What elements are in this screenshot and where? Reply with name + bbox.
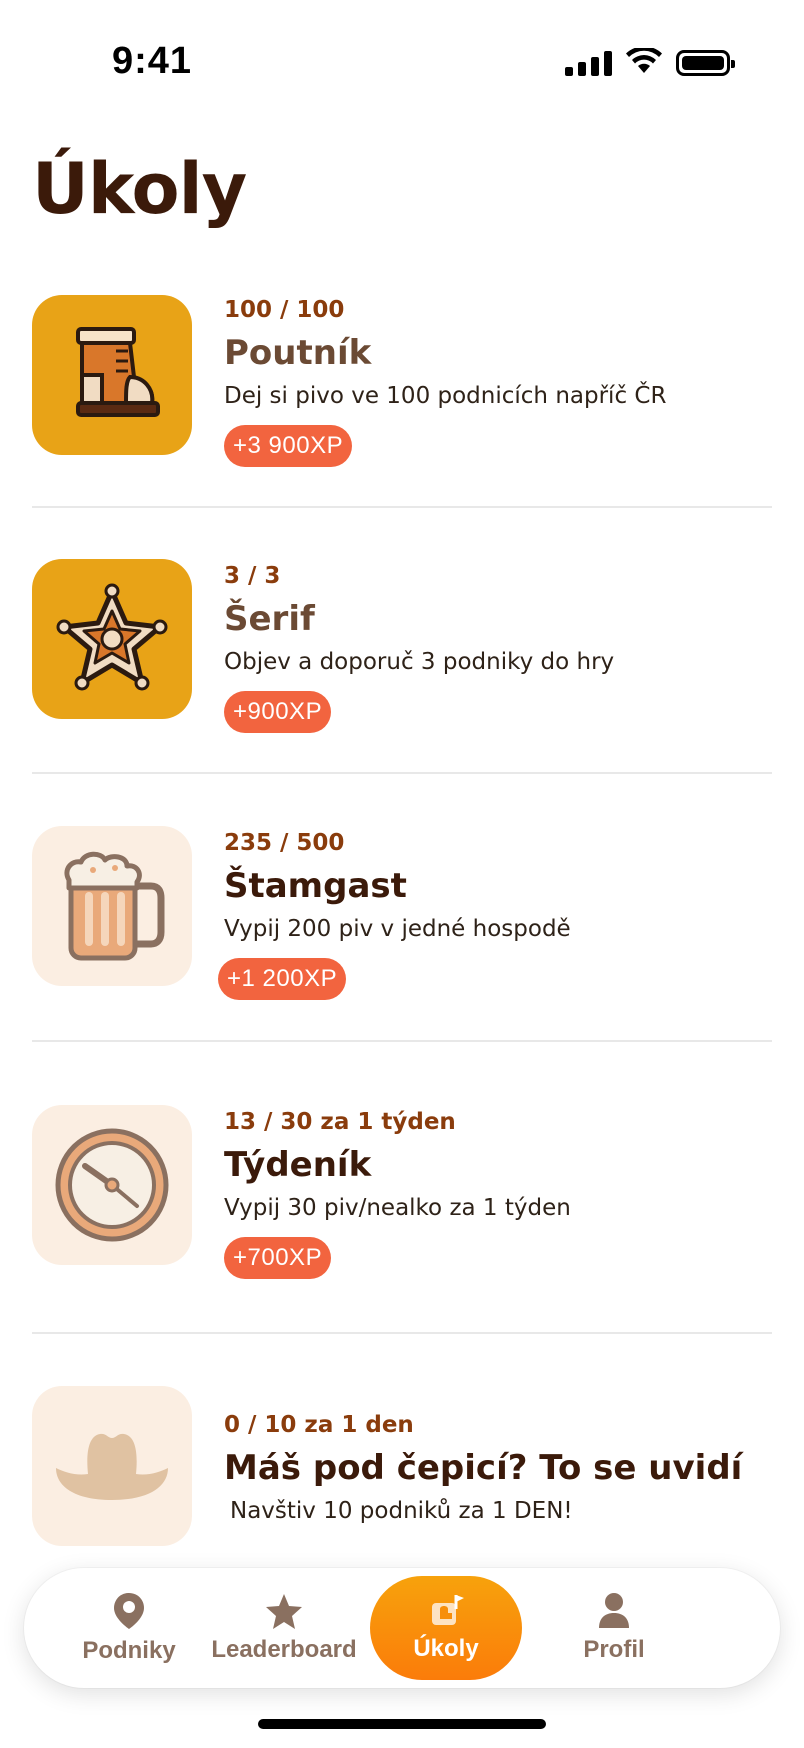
beer-mug-icon	[32, 826, 192, 986]
task-body: 13 / 30 za 1 týden Týdeník Vypij 30 piv/…	[224, 1109, 571, 1279]
task-name: Štamgast	[224, 866, 407, 906]
tab-profil[interactable]: Profil	[554, 1576, 674, 1680]
task-progress: 235 / 500	[224, 830, 345, 856]
task-name: Poutník	[224, 333, 372, 373]
clock-icon	[32, 1105, 192, 1265]
task-description: Objev a doporuč 3 podniky do hry	[224, 649, 615, 675]
task-name: Máš pod čepicí? To se uvidí	[224, 1448, 743, 1488]
sheriff-star-icon	[32, 559, 192, 719]
task-description: Vypij 200 piv v jedné hospodě	[224, 916, 571, 942]
tab-label: Podniky	[82, 1637, 176, 1664]
status-icons	[565, 46, 735, 78]
task-body: 235 / 500 Štamgast Vypij 200 piv v jedné…	[218, 830, 571, 1000]
tab-podniky[interactable]: Podniky	[54, 1576, 204, 1680]
task-item[interactable]: 13 / 30 za 1 týden Týdeník Vypij 30 piv/…	[32, 1105, 772, 1305]
divider	[32, 1040, 772, 1042]
task-name: Šerif	[224, 599, 315, 639]
map-pin-icon	[112, 1591, 146, 1631]
task-description: Navštiv 10 podniků za 1 DEN!	[230, 1498, 573, 1524]
home-indicator[interactable]	[258, 1719, 546, 1729]
task-progress: 0 / 10 za 1 den	[224, 1412, 414, 1438]
tab-bar: Podniky Leaderboard Úkoly Profil	[24, 1568, 780, 1688]
divider	[32, 506, 772, 508]
cowboy-hat-icon	[32, 1386, 192, 1546]
page-title: Úkoly	[32, 148, 247, 230]
tab-label: Profil	[583, 1636, 645, 1663]
task-body: 100 / 100 Poutník Dej si pivo ve 100 pod…	[224, 297, 666, 467]
task-item[interactable]: 3 / 3 Šerif Objev a doporuč 3 podniky do…	[32, 559, 772, 759]
task-item[interactable]: 235 / 500 Štamgast Vypij 200 piv v jedné…	[32, 826, 772, 1026]
boot-icon	[32, 295, 192, 455]
xp-badge: +1 200XP	[218, 958, 347, 1000]
wifi-icon	[626, 46, 662, 78]
task-name: Týdeník	[224, 1145, 372, 1185]
task-description: Vypij 30 piv/nealko za 1 týden	[224, 1195, 571, 1221]
tab-label: Leaderboard	[211, 1636, 357, 1663]
tab-ukoly[interactable]: Úkoly	[370, 1576, 522, 1680]
task-progress: 100 / 100	[224, 297, 345, 323]
tab-leaderboard[interactable]: Leaderboard	[204, 1576, 364, 1680]
xp-badge: +3 900XP	[224, 425, 353, 467]
divider	[32, 1332, 772, 1334]
status-bar: 9:41	[0, 0, 804, 120]
tab-label: Úkoly	[413, 1635, 479, 1662]
task-body: 0 / 10 za 1 den Máš pod čepicí? To se uv…	[224, 1412, 742, 1524]
task-progress: 3 / 3	[224, 563, 281, 589]
task-item[interactable]: 100 / 100 Poutník Dej si pivo ve 100 pod…	[32, 293, 772, 493]
quest-flag-icon	[426, 1593, 466, 1629]
battery-icon	[676, 50, 735, 76]
xp-badge: +900XP	[224, 691, 332, 733]
star-icon	[264, 1592, 304, 1630]
task-progress: 13 / 30 za 1 týden	[224, 1109, 456, 1135]
status-time: 9:41	[112, 40, 193, 82]
person-icon	[597, 1592, 631, 1630]
task-description: Dej si pivo ve 100 podnicích napříč ČR	[224, 383, 667, 409]
task-body: 3 / 3 Šerif Objev a doporuč 3 podniky do…	[224, 563, 614, 733]
divider	[32, 772, 772, 774]
task-item[interactable]: 0 / 10 za 1 den Máš pod čepicí? To se uv…	[32, 1386, 772, 1556]
xp-badge: +700XP	[224, 1237, 332, 1279]
cellular-signal-icon	[565, 50, 612, 76]
